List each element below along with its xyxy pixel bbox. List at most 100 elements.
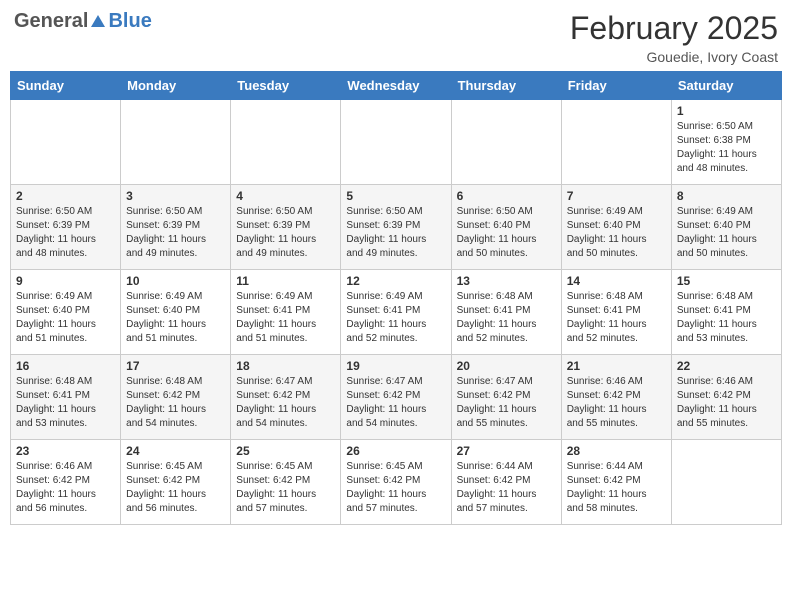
calendar-week-row: 1 Sunrise: 6:50 AM Sunset: 6:38 PM Daylig…	[11, 100, 782, 185]
table-row: 5 Sunrise: 6:50 AM Sunset: 6:39 PM Daylig…	[341, 185, 451, 270]
calendar-week-row: 23 Sunrise: 6:46 AM Sunset: 6:42 PM Dayli…	[11, 440, 782, 525]
day-number: 3	[126, 189, 225, 203]
table-row: 19 Sunrise: 6:47 AM Sunset: 6:42 PM Dayli…	[341, 355, 451, 440]
day-number: 12	[346, 274, 445, 288]
day-number: 17	[126, 359, 225, 373]
day-info: Sunrise: 6:50 AM Sunset: 6:40 PM Dayligh…	[457, 205, 556, 261]
logo-general: General	[14, 10, 88, 33]
day-info: Sunrise: 6:45 AM Sunset: 6:42 PM Dayligh…	[346, 460, 445, 516]
table-row: 26 Sunrise: 6:45 AM Sunset: 6:42 PM Dayli…	[341, 440, 451, 525]
table-row: 12 Sunrise: 6:49 AM Sunset: 6:41 PM Dayli…	[341, 270, 451, 355]
day-number: 15	[677, 274, 776, 288]
day-info: Sunrise: 6:48 AM Sunset: 6:41 PM Dayligh…	[457, 290, 556, 346]
day-number: 28	[567, 444, 666, 458]
table-row: 13 Sunrise: 6:48 AM Sunset: 6:41 PM Dayli…	[451, 270, 561, 355]
table-row	[341, 100, 451, 185]
location-subtitle: Gouedie, Ivory Coast	[570, 49, 778, 65]
table-row	[121, 100, 231, 185]
day-info: Sunrise: 6:48 AM Sunset: 6:42 PM Dayligh…	[126, 375, 225, 431]
logo: General Blue	[14, 10, 152, 33]
day-number: 20	[457, 359, 556, 373]
day-info: Sunrise: 6:48 AM Sunset: 6:41 PM Dayligh…	[677, 290, 776, 346]
table-row: 6 Sunrise: 6:50 AM Sunset: 6:40 PM Daylig…	[451, 185, 561, 270]
col-saturday: Saturday	[671, 72, 781, 100]
day-info: Sunrise: 6:47 AM Sunset: 6:42 PM Dayligh…	[236, 375, 335, 431]
table-row: 20 Sunrise: 6:47 AM Sunset: 6:42 PM Dayli…	[451, 355, 561, 440]
day-info: Sunrise: 6:50 AM Sunset: 6:39 PM Dayligh…	[236, 205, 335, 261]
day-number: 22	[677, 359, 776, 373]
day-number: 27	[457, 444, 556, 458]
day-number: 26	[346, 444, 445, 458]
day-number: 13	[457, 274, 556, 288]
day-info: Sunrise: 6:49 AM Sunset: 6:40 PM Dayligh…	[567, 205, 666, 261]
day-info: Sunrise: 6:49 AM Sunset: 6:41 PM Dayligh…	[236, 290, 335, 346]
day-number: 8	[677, 189, 776, 203]
table-row: 7Sunrise: 6:49 AM Sunset: 6:40 PM Daylig…	[561, 185, 671, 270]
day-number: 24	[126, 444, 225, 458]
table-row: 16 Sunrise: 6:48 AM Sunset: 6:41 PM Dayli…	[11, 355, 121, 440]
table-row: 2Sunrise: 6:50 AM Sunset: 6:39 PM Daylig…	[11, 185, 121, 270]
day-info: Sunrise: 6:44 AM Sunset: 6:42 PM Dayligh…	[567, 460, 666, 516]
day-number: 10	[126, 274, 225, 288]
table-row	[561, 100, 671, 185]
calendar-header-row: Sunday Monday Tuesday Wednesday Thursday…	[11, 72, 782, 100]
table-row: 28 Sunrise: 6:44 AM Sunset: 6:42 PM Dayli…	[561, 440, 671, 525]
day-number: 2	[16, 189, 115, 203]
day-info: Sunrise: 6:49 AM Sunset: 6:41 PM Dayligh…	[346, 290, 445, 346]
month-title: February 2025	[570, 10, 778, 47]
col-monday: Monday	[121, 72, 231, 100]
day-info: Sunrise: 6:44 AM Sunset: 6:42 PM Dayligh…	[457, 460, 556, 516]
day-info: Sunrise: 6:45 AM Sunset: 6:42 PM Dayligh…	[126, 460, 225, 516]
day-number: 23	[16, 444, 115, 458]
day-number: 9	[16, 274, 115, 288]
table-row: 1 Sunrise: 6:50 AM Sunset: 6:38 PM Daylig…	[671, 100, 781, 185]
day-info: Sunrise: 6:48 AM Sunset: 6:41 PM Dayligh…	[16, 375, 115, 431]
table-row: 15 Sunrise: 6:48 AM Sunset: 6:41 PM Dayli…	[671, 270, 781, 355]
day-number: 16	[16, 359, 115, 373]
day-info: Sunrise: 6:46 AM Sunset: 6:42 PM Dayligh…	[16, 460, 115, 516]
day-info: Sunrise: 6:49 AM Sunset: 6:40 PM Dayligh…	[16, 290, 115, 346]
table-row: 4Sunrise: 6:50 AM Sunset: 6:39 PM Daylig…	[231, 185, 341, 270]
table-row: 23 Sunrise: 6:46 AM Sunset: 6:42 PM Dayli…	[11, 440, 121, 525]
day-info: Sunrise: 6:47 AM Sunset: 6:42 PM Dayligh…	[346, 375, 445, 431]
day-info: Sunrise: 6:50 AM Sunset: 6:38 PM Dayligh…	[677, 120, 776, 176]
day-number: 21	[567, 359, 666, 373]
calendar-week-row: 9 Sunrise: 6:49 AM Sunset: 6:40 PM Daylig…	[11, 270, 782, 355]
table-row: 27 Sunrise: 6:44 AM Sunset: 6:42 PM Dayli…	[451, 440, 561, 525]
day-number: 11	[236, 274, 335, 288]
table-row	[231, 100, 341, 185]
day-number: 1	[677, 104, 776, 118]
col-wednesday: Wednesday	[341, 72, 451, 100]
table-row	[671, 440, 781, 525]
page-header: General Blue February 2025 Gouedie, Ivor…	[10, 10, 782, 65]
day-number: 25	[236, 444, 335, 458]
day-info: Sunrise: 6:46 AM Sunset: 6:42 PM Dayligh…	[677, 375, 776, 431]
table-row: 25 Sunrise: 6:45 AM Sunset: 6:42 PM Dayli…	[231, 440, 341, 525]
calendar-table: Sunday Monday Tuesday Wednesday Thursday…	[10, 71, 782, 525]
day-number: 5	[346, 189, 445, 203]
col-sunday: Sunday	[11, 72, 121, 100]
day-info: Sunrise: 6:48 AM Sunset: 6:41 PM Dayligh…	[567, 290, 666, 346]
table-row: 17 Sunrise: 6:48 AM Sunset: 6:42 PM Dayli…	[121, 355, 231, 440]
day-info: Sunrise: 6:49 AM Sunset: 6:40 PM Dayligh…	[677, 205, 776, 261]
logo-blue: Blue	[108, 10, 151, 32]
day-info: Sunrise: 6:45 AM Sunset: 6:42 PM Dayligh…	[236, 460, 335, 516]
day-info: Sunrise: 6:50 AM Sunset: 6:39 PM Dayligh…	[346, 205, 445, 261]
title-block: February 2025 Gouedie, Ivory Coast	[570, 10, 778, 65]
table-row: 9 Sunrise: 6:49 AM Sunset: 6:40 PM Daylig…	[11, 270, 121, 355]
day-info: Sunrise: 6:50 AM Sunset: 6:39 PM Dayligh…	[126, 205, 225, 261]
table-row	[11, 100, 121, 185]
table-row: 21 Sunrise: 6:46 AM Sunset: 6:42 PM Dayli…	[561, 355, 671, 440]
table-row: 24 Sunrise: 6:45 AM Sunset: 6:42 PM Dayli…	[121, 440, 231, 525]
day-info: Sunrise: 6:46 AM Sunset: 6:42 PM Dayligh…	[567, 375, 666, 431]
col-thursday: Thursday	[451, 72, 561, 100]
table-row: 11 Sunrise: 6:49 AM Sunset: 6:41 PM Dayli…	[231, 270, 341, 355]
day-number: 19	[346, 359, 445, 373]
table-row	[451, 100, 561, 185]
day-number: 6	[457, 189, 556, 203]
day-info: Sunrise: 6:47 AM Sunset: 6:42 PM Dayligh…	[457, 375, 556, 431]
col-tuesday: Tuesday	[231, 72, 341, 100]
calendar-week-row: 2 Sunrise: 6:50 AM Sunset: 6:39 PM Daylig…	[11, 185, 782, 270]
table-row: 18Sunrise: 6:47 AM Sunset: 6:42 PM Dayli…	[231, 355, 341, 440]
logo-icon	[89, 13, 107, 31]
